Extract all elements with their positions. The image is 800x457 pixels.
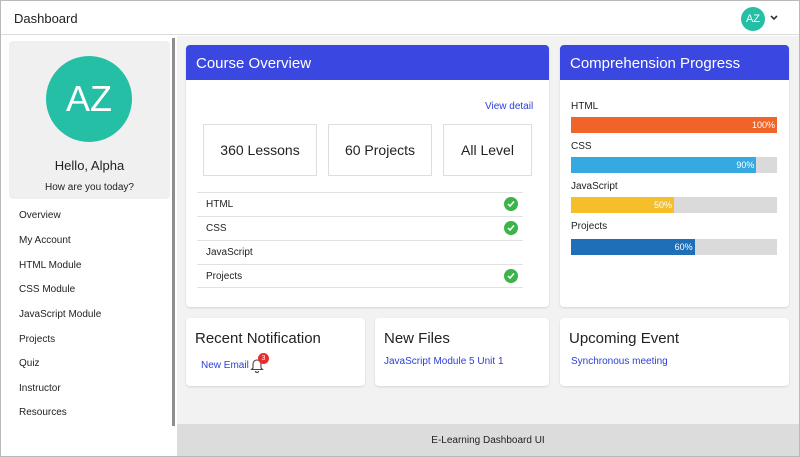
progress-value: 50% [653, 200, 672, 210]
sidebar-item-html-module[interactable]: HTML Module [19, 260, 81, 271]
module-row: CSS [197, 216, 523, 240]
main-content: Course Overview View detail 360 Lessons … [177, 36, 799, 424]
recent-notification-title: Recent Notification [195, 330, 321, 347]
view-detail-link[interactable]: View detail [485, 101, 533, 112]
comprehension-progress-card: Comprehension Progress HTML 100% CSS 90%… [560, 45, 789, 307]
chevron-down-icon[interactable] [769, 11, 779, 25]
progress-value: 90% [736, 160, 755, 170]
footer-text: E-Learning Dashboard UI [431, 434, 545, 446]
progress-fill: 100% [571, 117, 777, 133]
avatar: AZ [46, 56, 132, 142]
sidebar-item-overview[interactable]: Overview [19, 210, 61, 221]
upcoming-event-card: Upcoming Event Synchronous meeting [560, 318, 789, 386]
progress-bar: 90% [571, 157, 777, 173]
progress-bar: 60% [571, 239, 777, 255]
sidebar-item-my-account[interactable]: My Account [19, 235, 71, 246]
progress-label: JavaScript [571, 181, 618, 192]
progress-value: 100% [751, 120, 775, 130]
sidebar-item-css-module[interactable]: CSS Module [19, 284, 75, 295]
check-circle-icon [504, 221, 518, 235]
greeting-subtitle: How are you today? [45, 182, 134, 193]
course-overview-title: Course Overview [186, 45, 549, 80]
stat-level: All Level [443, 124, 532, 176]
notification-count-badge: 3 [258, 353, 269, 364]
module-name: JavaScript [206, 247, 253, 258]
progress-label: CSS [571, 141, 592, 152]
user-avatar-button[interactable]: AZ [741, 7, 765, 31]
check-circle-icon [504, 269, 518, 283]
progress-label: HTML [571, 101, 599, 112]
progress-fill: 90% [571, 157, 757, 173]
module-row: JavaScript [197, 240, 523, 264]
course-overview-card: Course Overview View detail 360 Lessons … [186, 45, 549, 307]
stat-lessons: 360 Lessons [203, 124, 317, 176]
sidebar-scrollbar[interactable] [172, 38, 175, 426]
footer: E-Learning Dashboard UI [177, 424, 799, 456]
sidebar-item-javascript-module[interactable]: JavaScript Module [19, 309, 101, 320]
progress-fill: 50% [571, 197, 674, 213]
sidebar-item-projects[interactable]: Projects [19, 334, 55, 345]
new-files-card: New Files JavaScript Module 5 Unit 1 [375, 318, 549, 386]
stat-projects: 60 Projects [328, 124, 432, 176]
sidebar-item-instructor[interactable]: Instructor [19, 383, 61, 394]
sidebar: AZ Hello, Alpha How are you today? Overv… [1, 36, 176, 456]
event-link[interactable]: Synchronous meeting [571, 356, 668, 367]
check-circle-icon [504, 197, 518, 211]
new-files-title: New Files [384, 330, 450, 347]
module-row: Projects [197, 264, 523, 288]
sidebar-item-quiz[interactable]: Quiz [19, 358, 40, 369]
progress-value: 60% [674, 242, 693, 252]
comprehension-progress-title: Comprehension Progress [560, 45, 789, 80]
recent-notification-card: Recent Notification New Email 3 [186, 318, 365, 386]
progress-label: Projects [571, 221, 608, 232]
app-title: Dashboard [14, 11, 78, 26]
greeting: Hello, Alpha [54, 158, 125, 173]
sidebar-item-resources[interactable]: Resources [19, 407, 67, 418]
progress-bar: 100% [571, 117, 777, 133]
file-link[interactable]: JavaScript Module 5 Unit 1 [384, 356, 504, 367]
module-name: Projects [206, 271, 243, 282]
module-name: HTML [206, 199, 234, 210]
progress-fill: 60% [571, 239, 695, 255]
top-bar: Dashboard AZ [1, 1, 799, 35]
progress-bar: 50% [571, 197, 777, 213]
profile-card: AZ Hello, Alpha How are you today? [9, 41, 170, 199]
module-name: CSS [206, 223, 227, 234]
new-email-link[interactable]: New Email [201, 360, 249, 371]
module-row: HTML [197, 192, 523, 216]
upcoming-event-title: Upcoming Event [569, 330, 680, 347]
